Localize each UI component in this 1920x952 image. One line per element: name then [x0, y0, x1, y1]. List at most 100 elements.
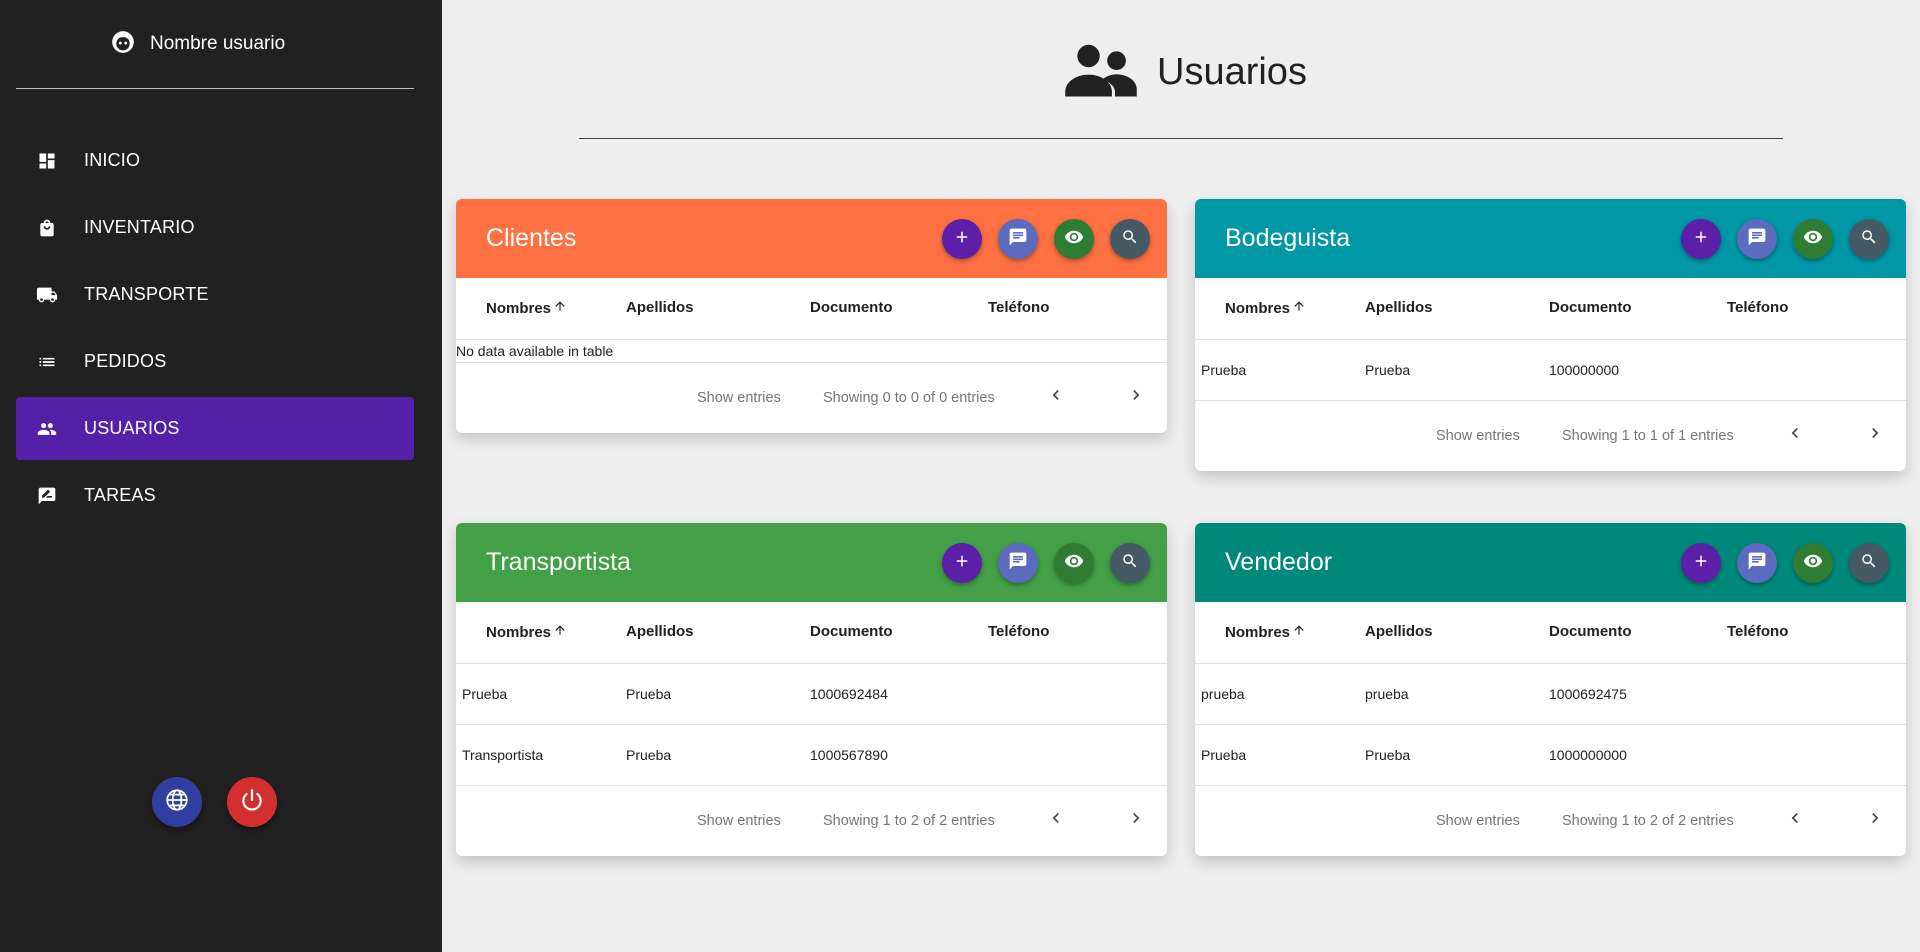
column-header-apellidos[interactable]: Apellidos: [626, 299, 694, 316]
table-info: Showing 1 to 2 of 2 entries: [823, 813, 995, 829]
view-button[interactable]: [1054, 219, 1094, 259]
column-header-nombres[interactable]: Nombres: [1225, 623, 1306, 641]
power-icon: [239, 787, 265, 818]
add-icon: [1692, 228, 1710, 251]
dashboard-icon: [36, 150, 58, 172]
search-button[interactable]: [1849, 219, 1889, 259]
sidebar-item-inicio[interactable]: INICIO: [16, 129, 414, 192]
card-header: Transportista: [456, 523, 1167, 602]
arrow-up-icon: [1292, 623, 1306, 641]
sidebar-item-transporte[interactable]: TRANSPORTE: [16, 263, 414, 326]
table-row[interactable]: Transportista Prueba 1000567890: [456, 725, 1167, 786]
view-button[interactable]: [1793, 543, 1833, 583]
column-header-documento[interactable]: Documento: [810, 623, 893, 640]
show-entries[interactable]: Show entries: [697, 390, 781, 406]
column-header-telefono[interactable]: Teléfono: [988, 623, 1049, 640]
column-header-apellidos[interactable]: Apellidos: [1365, 299, 1433, 316]
add-icon: [953, 228, 971, 251]
message-button[interactable]: [998, 543, 1038, 583]
search-icon: [1121, 552, 1139, 575]
cell-apellidos: Prueba: [1365, 362, 1411, 378]
card-header: Bodeguista: [1195, 199, 1906, 278]
search-icon: [1121, 228, 1139, 251]
sidebar-item-label: INVENTARIO: [84, 217, 195, 237]
view-button[interactable]: [1793, 219, 1833, 259]
column-header-telefono[interactable]: Teléfono: [1727, 623, 1788, 640]
chevron-left-icon: [1046, 813, 1066, 832]
show-entries[interactable]: Show entries: [697, 813, 781, 829]
column-header-apellidos[interactable]: Apellidos: [626, 623, 694, 640]
next-page-button[interactable]: [1865, 808, 1885, 832]
card-bodeguista: Bodeguista Nombres Apellidos Documento T…: [1195, 199, 1906, 471]
message-icon: [1747, 551, 1767, 576]
table-row[interactable]: Prueba Prueba 1000000000: [1195, 725, 1906, 786]
card-actions: [942, 543, 1150, 583]
cell-apellidos: prueba: [1365, 686, 1409, 702]
prev-page-button[interactable]: [1046, 808, 1066, 832]
chevron-right-icon: [1126, 813, 1146, 832]
message-button[interactable]: [1737, 219, 1777, 259]
add-button[interactable]: [942, 219, 982, 259]
sidebar-item-tareas[interactable]: TAREAS: [16, 464, 414, 527]
search-button[interactable]: [1110, 219, 1150, 259]
user-name: Nombre usuario: [150, 33, 286, 54]
card-title: Bodeguista: [1225, 224, 1351, 252]
cell-nombres: Prueba: [1201, 362, 1247, 378]
column-header-nombres[interactable]: Nombres: [486, 299, 567, 317]
header-divider: [579, 138, 1783, 139]
column-header-documento[interactable]: Documento: [810, 299, 893, 316]
rate-review-icon: [36, 485, 58, 507]
add-button[interactable]: [1681, 543, 1721, 583]
message-icon: [1008, 551, 1028, 576]
column-header-apellidos[interactable]: Apellidos: [1365, 623, 1433, 640]
card-vendedor: Vendedor Nombres Apellidos Documento Tel…: [1195, 523, 1906, 856]
people-icon: [1063, 42, 1139, 103]
message-button[interactable]: [1737, 543, 1777, 583]
column-header-nombres[interactable]: Nombres: [1225, 299, 1306, 317]
add-icon: [953, 552, 971, 575]
view-button[interactable]: [1054, 543, 1094, 583]
table-row[interactable]: Prueba Prueba 100000000: [1195, 340, 1906, 401]
show-entries[interactable]: Show entries: [1436, 428, 1520, 444]
column-header-nombres[interactable]: Nombres: [486, 623, 567, 641]
column-header-telefono[interactable]: Teléfono: [988, 299, 1049, 316]
sidebar-divider: [16, 88, 414, 89]
next-page-button[interactable]: [1865, 423, 1885, 447]
cell-nombres: Transportista: [462, 747, 544, 763]
table-row[interactable]: Prueba Prueba 1000692484: [456, 664, 1167, 725]
next-page-button[interactable]: [1126, 808, 1146, 832]
table-footer: Show entries Showing 1 to 2 of 2 entries: [456, 786, 1167, 856]
language-button[interactable]: [152, 777, 202, 827]
cell-documento: 100000000: [1549, 362, 1620, 378]
add-icon: [1692, 552, 1710, 575]
column-header-documento[interactable]: Documento: [1549, 623, 1632, 640]
sidebar-item-inventario[interactable]: INVENTARIO: [16, 196, 414, 259]
message-icon: [1008, 227, 1028, 252]
logout-button[interactable]: [227, 777, 277, 827]
eye-icon: [1803, 551, 1823, 576]
table-header: Nombres Apellidos Documento Teléfono: [1195, 278, 1906, 340]
user-profile[interactable]: Nombre usuario: [110, 28, 285, 60]
prev-page-button[interactable]: [1785, 423, 1805, 447]
search-button[interactable]: [1110, 543, 1150, 583]
prev-page-button[interactable]: [1785, 808, 1805, 832]
cell-apellidos: Prueba: [1365, 747, 1411, 763]
table-row[interactable]: prueba prueba 1000692475: [1195, 664, 1906, 725]
table-header: Nombres Apellidos Documento Teléfono: [456, 602, 1167, 664]
users-icon: [36, 418, 58, 440]
next-page-button[interactable]: [1126, 385, 1146, 409]
column-header-documento[interactable]: Documento: [1549, 299, 1632, 316]
add-button[interactable]: [942, 543, 982, 583]
chevron-left-icon: [1785, 428, 1805, 447]
column-label: Nombres: [486, 299, 552, 317]
prev-page-button[interactable]: [1046, 385, 1066, 409]
show-entries[interactable]: Show entries: [1436, 813, 1520, 829]
sidebar-item-usuarios[interactable]: USUARIOS: [16, 397, 414, 460]
add-button[interactable]: [1681, 219, 1721, 259]
message-button[interactable]: [998, 219, 1038, 259]
sidebar-item-pedidos[interactable]: PEDIDOS: [16, 330, 414, 393]
search-button[interactable]: [1849, 543, 1889, 583]
column-header-telefono[interactable]: Teléfono: [1727, 299, 1788, 316]
search-icon: [1860, 552, 1878, 575]
chevron-left-icon: [1785, 813, 1805, 832]
